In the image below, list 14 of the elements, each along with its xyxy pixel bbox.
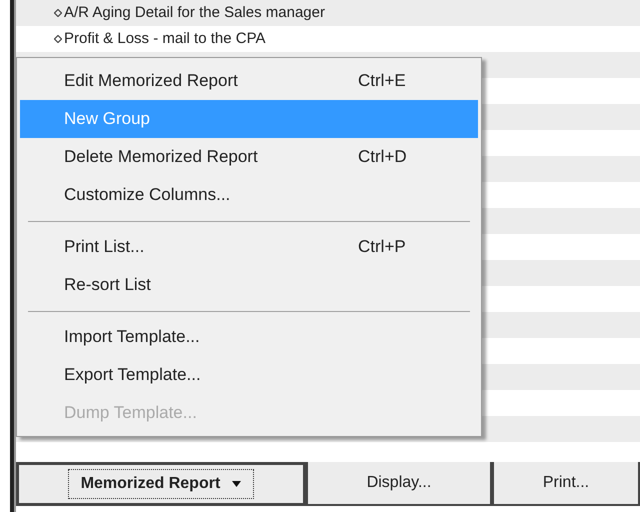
report-list-item[interactable]: A/R Aging Detail for the Sales manager <box>54 2 325 24</box>
menu-item[interactable]: Customize Columns... <box>20 176 478 214</box>
diamond-bullet-icon <box>54 9 62 17</box>
toolbar-button[interactable]: Print... <box>492 462 640 506</box>
menu-item[interactable]: Edit Memorized Report Ctrl+E <box>20 62 478 100</box>
menu-item[interactable]: Re-sort List <box>20 266 478 304</box>
menu-item[interactable]: Import Template... <box>20 318 478 356</box>
diamond-bullet-icon <box>54 35 62 43</box>
menu-item[interactable]: Export Template... <box>20 356 478 394</box>
menu-item[interactable]: Delete Memorized Report Ctrl+D <box>20 138 478 176</box>
toolbar-button[interactable]: Memorized Report <box>16 462 306 506</box>
toolbar-button[interactable]: Display... <box>306 462 492 506</box>
menu-item[interactable]: Print List... Ctrl+P <box>20 228 478 266</box>
report-list-item[interactable]: Profit & Loss - mail to the CPA <box>54 28 266 50</box>
